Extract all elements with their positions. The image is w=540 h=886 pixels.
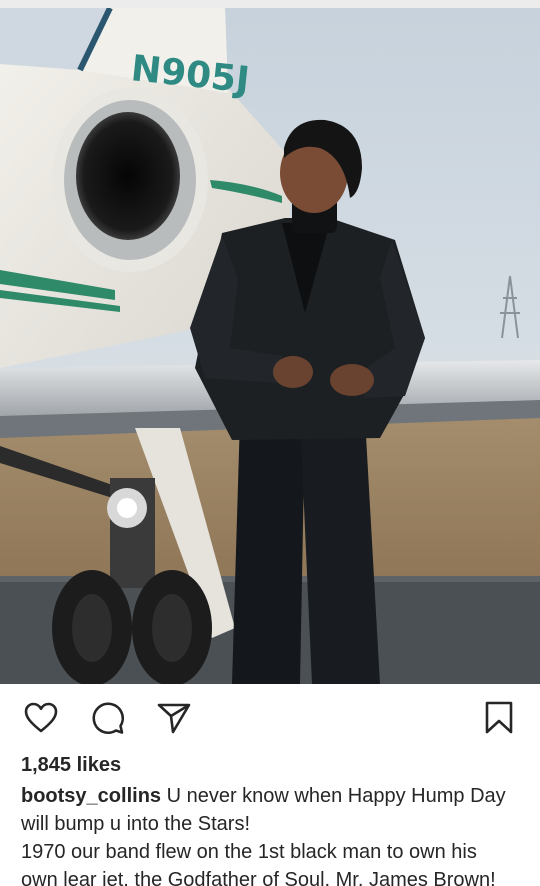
likes-count[interactable]: 1,845 likes [21, 752, 121, 778]
caption-line: will bump u into the Stars! [21, 813, 250, 835]
comment-icon[interactable] [90, 700, 126, 736]
post-action-bar [0, 684, 540, 750]
top-strip [0, 0, 540, 8]
caption-line: own lear jet, the Godfather of Soul, Mr.… [21, 869, 496, 886]
caption-line: bootsy_collins U never know when Happy H… [21, 782, 526, 810]
send-icon[interactable] [156, 700, 192, 736]
bookmark-icon[interactable] [481, 700, 517, 736]
heart-icon[interactable] [23, 700, 59, 736]
username-link[interactable]: bootsy_collins [21, 785, 161, 807]
post-image[interactable]: N905J [0, 8, 540, 684]
caption-text: U never know when Happy Hump Day [166, 785, 506, 807]
caption-line: 1970 our band flew on the 1st black man … [21, 841, 477, 863]
post-caption: bootsy_collins U never know when Happy H… [21, 782, 526, 886]
